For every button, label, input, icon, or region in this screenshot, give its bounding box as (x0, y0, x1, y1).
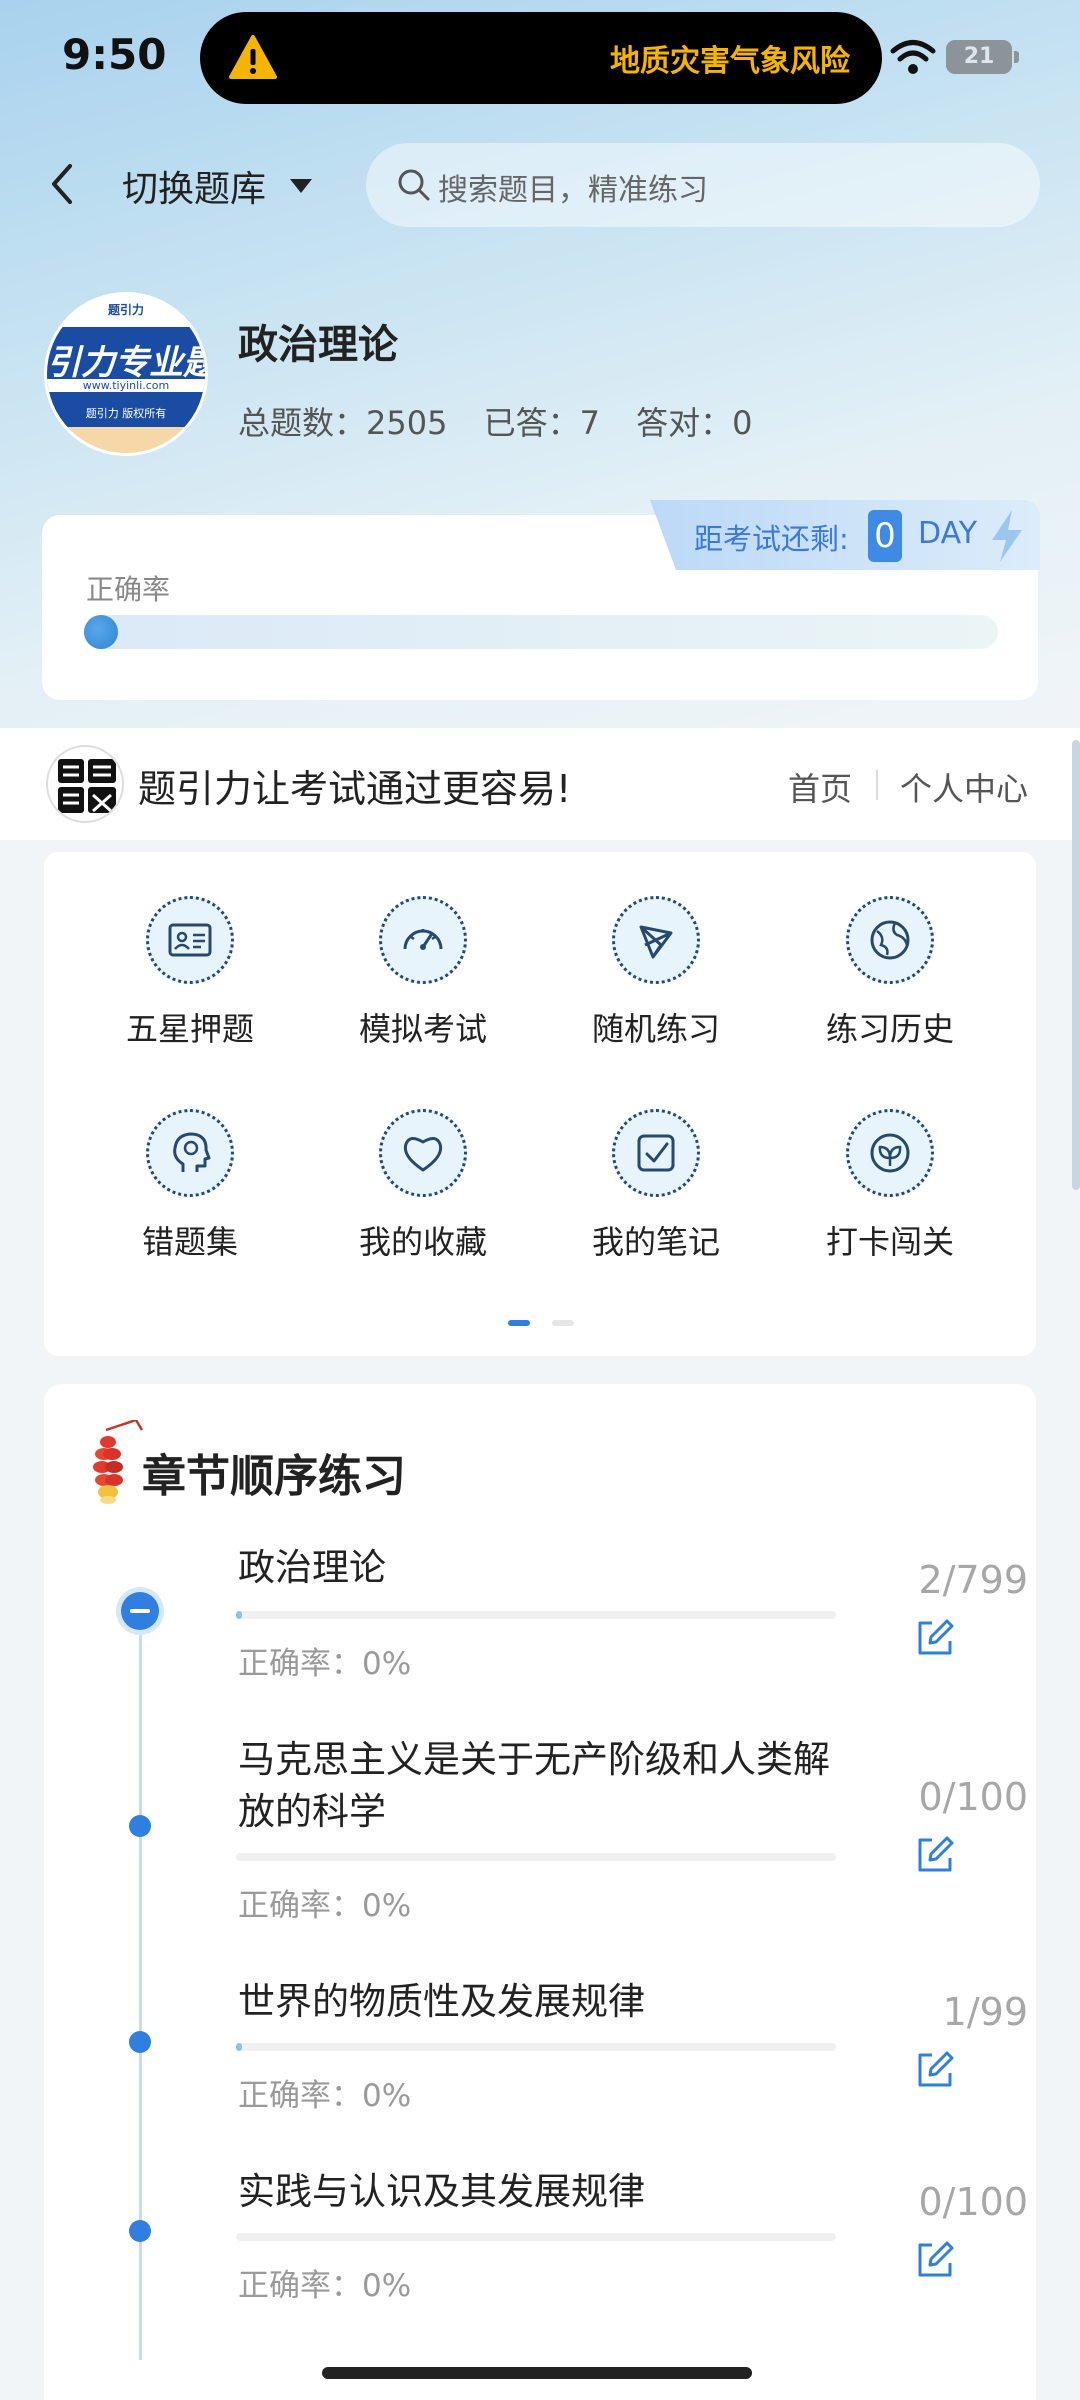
accuracy-progress-indicator (84, 615, 118, 649)
logo-rights-text: 题引力 版权所有 (85, 407, 167, 420)
chapter-count: 0/100 (918, 2180, 1028, 2224)
firecracker-icon (93, 1420, 144, 1504)
search-placeholder: 搜索题目，精准练习 (438, 173, 708, 208)
head-icon (146, 1109, 234, 1197)
feature-wrong-questions[interactable]: 错题集 (90, 1065, 290, 1261)
slogan-text: 题引力让考试通过更容易! (138, 767, 572, 811)
logo-mark: 题引力 (107, 303, 144, 317)
nav-divider (876, 770, 878, 800)
brand-logo (46, 745, 124, 823)
answered-count: 已答：7 (483, 404, 600, 442)
edit-icon[interactable] (914, 2049, 956, 2091)
feature-check-in[interactable]: 打卡闯关 (790, 1065, 990, 1261)
feature-random-practice[interactable]: 随机练习 (556, 852, 756, 1048)
accuracy-label: 正确率 (86, 573, 171, 606)
chapter-section-title: 章节顺序练习 (142, 1451, 406, 1502)
brand-banner: 题引力让考试通过更容易! 首页 个人中心 (0, 728, 1080, 840)
collapse-icon[interactable] (121, 1592, 159, 1630)
feature-label: 我的收藏 (358, 1223, 487, 1261)
grid-page-indicator (508, 1320, 574, 1326)
note-check-icon (612, 1109, 700, 1197)
leaf-badge-icon (846, 1109, 934, 1197)
weather-alert-text: 地质灾害气象风险 (610, 44, 850, 79)
nav-home-link[interactable]: 首页 (788, 764, 852, 810)
back-arrow-icon[interactable] (42, 158, 82, 210)
feature-label: 错题集 (141, 1223, 238, 1261)
edit-icon[interactable] (914, 2239, 956, 2281)
chapter-name[interactable]: 实践与认识及其发展规律 (238, 2166, 838, 2218)
edit-icon[interactable] (914, 1617, 956, 1659)
countdown-label: 距考试还剩: (694, 522, 849, 556)
feature-notes[interactable]: 我的笔记 (556, 1065, 756, 1261)
edit-icon[interactable] (914, 1834, 956, 1876)
feature-practice-history[interactable]: 练习历史 (790, 852, 990, 1048)
chapter-name[interactable]: 政治理论 (238, 1542, 838, 1594)
speedometer-icon (379, 896, 467, 984)
accuracy-progress-track (84, 615, 998, 649)
shuffle-icon (612, 896, 700, 984)
warning-icon (229, 35, 277, 79)
timeline-node (129, 2031, 151, 2053)
feature-label: 打卡闯关 (825, 1223, 954, 1261)
chapter-name[interactable]: 马克思主义是关于无产阶级和人类解放的科学 (238, 1734, 838, 1838)
caret-down-icon[interactable] (288, 176, 314, 196)
chapter-accuracy: 正确率：0% (238, 2078, 412, 2114)
scrollbar[interactable] (1072, 740, 1080, 1190)
feature-label: 我的笔记 (591, 1223, 720, 1261)
logo-url-text: www.tiyinli.com (47, 379, 205, 392)
timeline-node (129, 1815, 151, 1837)
clock: 9:50 (62, 30, 167, 79)
chapter-accuracy: 正确率：0% (238, 1888, 412, 1924)
countdown-value: 0 (868, 510, 902, 562)
globe-icon (846, 896, 934, 984)
lightning-icon (992, 510, 1022, 562)
id-card-icon (146, 896, 234, 984)
question-stats: 总题数：2505 已答：7 答对：0 (238, 398, 779, 444)
dynamic-island-alert[interactable]: 地质灾害气象风险 (200, 12, 882, 104)
chapter-count: 2/799 (918, 1558, 1028, 1602)
chapter-accuracy: 正确率：0% (238, 1646, 412, 1682)
countdown-unit: DAY (918, 516, 978, 551)
page-dot-active (508, 1320, 530, 1326)
question-bank-logo: 题引力 引力专业题 www.tiyinli.com 题引力 版权所有 (44, 292, 208, 456)
feature-mock-exam[interactable]: 模拟考试 (323, 852, 523, 1048)
total-count: 总题数：2505 (238, 404, 448, 442)
chapter-progress-fill (236, 1611, 242, 1619)
feature-favorites[interactable]: 我的收藏 (323, 1065, 523, 1261)
subject-title: 政治理论 (238, 322, 398, 368)
chapter-count: 1/99 (942, 1990, 1028, 2034)
chapter-count: 0/100 (918, 1775, 1028, 1819)
feature-label: 练习历史 (825, 1010, 954, 1048)
search-input[interactable]: 搜索题目，精准练习 (366, 143, 1040, 227)
logo-brand-text: 引力专业题 (47, 343, 208, 383)
chapter-accuracy: 正确率：0% (238, 2268, 412, 2304)
brand-logo-glyph (58, 759, 116, 813)
correct-count: 答对：0 (636, 404, 753, 442)
nav-personal-center-link[interactable]: 个人中心 (900, 764, 1028, 810)
feature-label: 随机练习 (591, 1010, 720, 1048)
home-indicator[interactable] (322, 2367, 752, 2379)
feature-label: 模拟考试 (358, 1010, 487, 1048)
feature-label: 五星押题 (125, 1010, 254, 1048)
exam-countdown: 距考试还剩: 0 DAY (650, 500, 1040, 570)
timeline-node (129, 2220, 151, 2242)
page-dot-inactive (552, 1320, 574, 1326)
wifi-icon (890, 40, 936, 74)
heart-icon (379, 1109, 467, 1197)
search-icon (398, 169, 430, 201)
status-bar: 9:50 地质灾害气象风险 21 (0, 0, 1080, 120)
chapter-name[interactable]: 世界的物质性及发展规律 (238, 1976, 838, 2028)
switch-bank-button[interactable]: 切换题库 (122, 160, 266, 212)
chapter-practice-card (44, 1384, 1036, 2400)
battery-icon: 21 (946, 40, 1019, 74)
chapter-progress-fill (236, 2043, 242, 2051)
chapter-progress-bar (236, 1853, 836, 1861)
chapter-progress-bar (236, 2233, 836, 2241)
chapter-progress-bar (236, 1611, 836, 1619)
chapter-progress-bar (236, 2043, 836, 2051)
feature-five-star[interactable]: 五星押题 (90, 852, 290, 1048)
chapter-timeline (139, 1590, 142, 2360)
